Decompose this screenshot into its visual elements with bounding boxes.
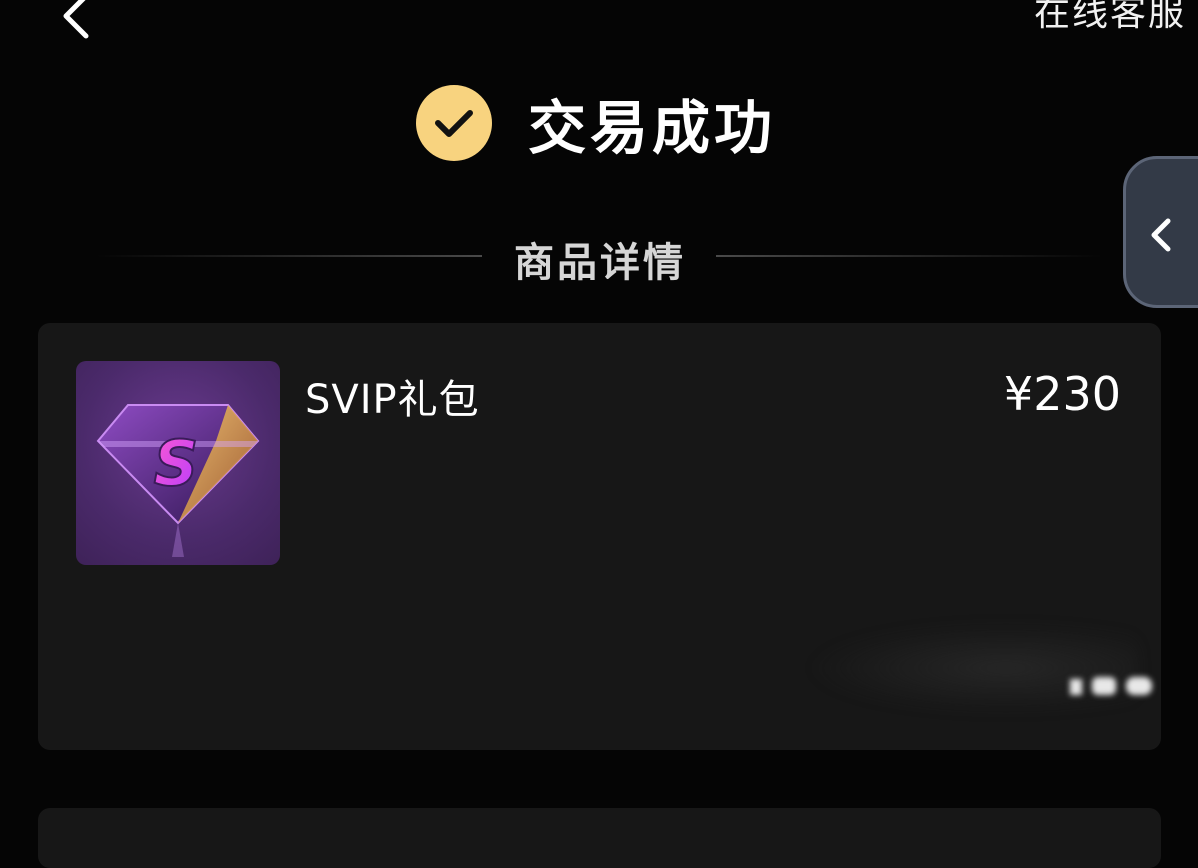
- divider-left: [96, 255, 482, 257]
- check-circle-icon: [416, 85, 492, 161]
- chevron-left-icon: [1151, 218, 1171, 252]
- side-expand-tab[interactable]: [1123, 156, 1198, 308]
- svip-diamond-icon: S: [76, 361, 280, 565]
- product-card: S SVIP礼包 ¥230: [38, 323, 1161, 750]
- product-name: SVIP礼包: [305, 377, 480, 423]
- back-button[interactable]: [52, 0, 100, 40]
- section-title: 商品详情: [514, 240, 686, 286]
- product-price: ¥230: [1003, 367, 1121, 421]
- online-service-link[interactable]: 在线客服: [1034, 0, 1186, 38]
- status-title: 交易成功: [528, 94, 777, 162]
- section-header: 商品详情: [96, 226, 1102, 286]
- blurred-region: [1070, 677, 1152, 695]
- transaction-status: 交易成功: [416, 84, 776, 162]
- chevron-left-icon: [63, 0, 89, 39]
- order-info-card: [38, 808, 1161, 868]
- blurred-region: [808, 623, 1138, 713]
- divider-right: [716, 255, 1102, 257]
- svg-text:S: S: [154, 427, 199, 500]
